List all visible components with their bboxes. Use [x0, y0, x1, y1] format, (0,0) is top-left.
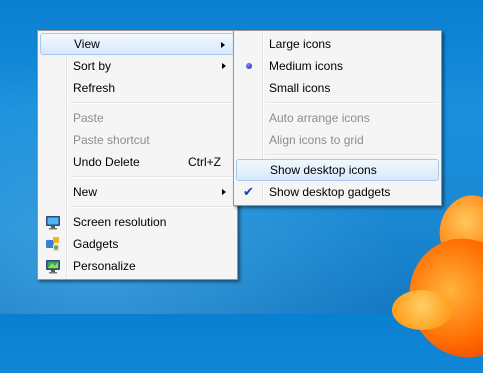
submenu-item-large-icons[interactable]: Large icons: [236, 33, 439, 55]
menu-item-label: Small icons: [269, 81, 331, 95]
menu-item-label: Large icons: [269, 37, 332, 51]
menu-item-label: Paste shortcut: [73, 133, 150, 147]
desktop-context-menu: View Sort by Refresh Paste Paste shortcu…: [37, 30, 238, 280]
menu-item-screen-resolution[interactable]: Screen resolution: [40, 211, 235, 233]
submenu-item-align-to-grid[interactable]: Align icons to grid: [236, 129, 439, 151]
menu-separator: [70, 176, 234, 178]
menu-item-label: Undo Delete: [73, 155, 140, 169]
submenu-item-show-desktop-icons[interactable]: Show desktop icons: [236, 159, 439, 181]
menu-item-label: View: [74, 37, 100, 51]
menu-item-label: Auto arrange icons: [269, 111, 370, 125]
monitor-icon: [46, 216, 60, 230]
menu-item-label: Screen resolution: [73, 215, 167, 229]
menu-item-paste[interactable]: Paste: [40, 107, 235, 129]
gadgets-icon: [46, 237, 59, 251]
menu-item-label: Medium icons: [269, 59, 344, 73]
menu-item-label: Show desktop icons: [270, 163, 377, 177]
menu-item-view[interactable]: View: [40, 33, 235, 55]
menu-separator: [70, 102, 234, 104]
menu-item-label: Align icons to grid: [269, 133, 364, 147]
menu-item-refresh[interactable]: Refresh: [40, 77, 235, 99]
radio-bullet-icon: [246, 63, 252, 69]
checkmark-icon: ✔: [243, 184, 254, 199]
menu-item-label: Sort by: [73, 59, 112, 73]
menu-item-sort-by[interactable]: Sort by: [40, 55, 235, 77]
submenu-item-auto-arrange[interactable]: Auto arrange icons: [236, 107, 439, 129]
submenu-arrow-icon: [222, 63, 226, 69]
submenu-item-small-icons[interactable]: Small icons: [236, 77, 439, 99]
view-submenu: Large icons Medium icons Small icons Aut…: [233, 30, 442, 206]
submenu-arrow-icon: [221, 42, 225, 48]
menu-item-personalize[interactable]: Personalize: [40, 255, 235, 277]
menu-separator: [70, 206, 234, 208]
wallpaper-flower: [392, 290, 452, 330]
menu-item-new[interactable]: New: [40, 181, 235, 203]
submenu-item-medium-icons[interactable]: Medium icons: [236, 55, 439, 77]
personalize-icon: [46, 260, 60, 274]
menu-item-shortcut: Ctrl+Z: [188, 155, 221, 169]
menu-separator: [266, 102, 438, 104]
menu-item-label: Personalize: [73, 259, 136, 273]
menu-separator: [266, 154, 438, 156]
menu-item-label: Gadgets: [73, 237, 119, 251]
menu-item-label: Paste: [73, 111, 104, 125]
submenu-arrow-icon: [222, 189, 226, 195]
menu-item-gadgets[interactable]: Gadgets: [40, 233, 235, 255]
menu-item-label: New: [73, 185, 98, 199]
menu-item-undo-delete[interactable]: Undo Delete Ctrl+Z: [40, 151, 235, 173]
menu-item-paste-shortcut[interactable]: Paste shortcut: [40, 129, 235, 151]
submenu-item-show-desktop-gadgets[interactable]: ✔ Show desktop gadgets: [236, 181, 439, 203]
menu-item-label: Show desktop gadgets: [269, 185, 391, 199]
menu-item-label: Refresh: [73, 81, 116, 95]
